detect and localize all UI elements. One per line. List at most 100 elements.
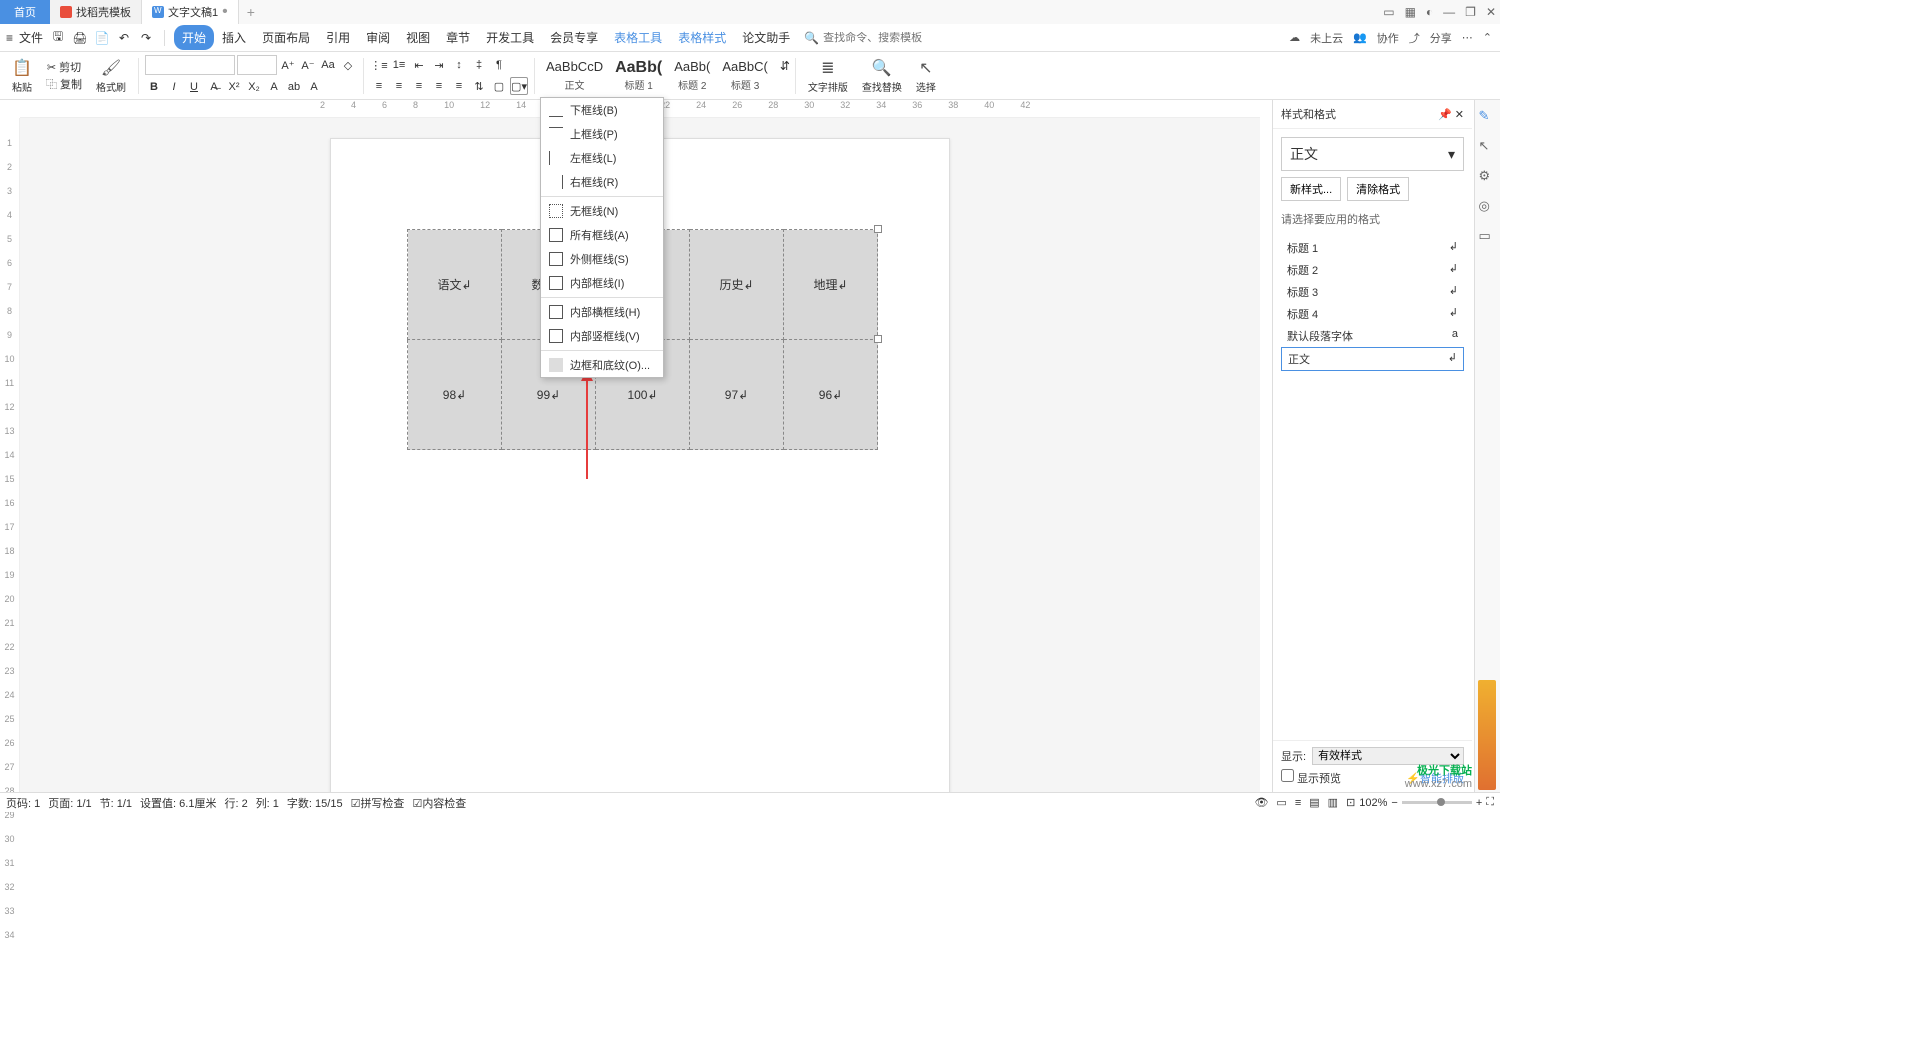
table-handle[interactable] [874,335,882,343]
char-border-icon[interactable]: A [305,78,323,96]
save-icon[interactable]: 🖫 [49,29,67,47]
font-color-icon[interactable]: A [265,78,283,96]
indent-dec-icon[interactable]: ⇤ [410,56,428,74]
table-cell[interactable]: 历史↲ [690,230,784,340]
clear-format-icon[interactable]: ◇ [339,56,357,74]
fullscreen-icon[interactable]: ⛶ [1486,796,1494,809]
view-outline-icon[interactable]: ▤ [1309,796,1319,809]
status-page[interactable]: 页面: 1/1 [48,795,91,811]
menu-tabletool[interactable]: 表格工具 [606,25,670,50]
pin-icon[interactable]: 📌 [1438,109,1452,121]
border-dropdown-button[interactable]: ▢▾ [510,77,528,95]
eye-icon[interactable]: 👁 [1254,796,1268,809]
spell-check[interactable]: ☑拼写检查 [351,795,405,811]
status-setval[interactable]: 设置值: 6.1厘米 [140,795,216,811]
menu-ref[interactable]: 引用 [318,25,358,50]
layout-icon[interactable]: ▭ [1383,5,1394,19]
file-menu[interactable]: 文件 [19,29,43,46]
border-top[interactable]: 上框线(P) [541,122,663,146]
table-cell[interactable]: 地理↲ [784,230,878,340]
subscript-icon[interactable]: X₂ [245,78,263,96]
tab-home[interactable]: 首页 [0,0,50,24]
hamburger-icon[interactable]: ≡ [6,31,13,45]
cut-button[interactable]: ✂剪切 [40,59,88,75]
redo-icon[interactable]: ↷ [137,29,155,47]
select-button[interactable]: ↖选择 [910,58,942,94]
add-tab[interactable]: + [239,0,263,24]
indent-inc-icon[interactable]: ⇥ [430,56,448,74]
justify-icon[interactable]: ≡ [430,77,448,95]
style-item[interactable]: 标题 2↲ [1281,259,1464,281]
bold-icon[interactable]: B [145,78,163,96]
zoom-in-icon[interactable]: + [1476,797,1482,809]
fit-icon[interactable]: ⊡ [1346,796,1355,809]
minimize-icon[interactable]: — [1443,5,1455,19]
premium-badge[interactable] [1478,680,1496,790]
distribute-icon[interactable]: ≡ [450,77,468,95]
menu-insert[interactable]: 插入 [214,25,254,50]
view-page-icon[interactable]: ▭ [1276,796,1286,809]
search-input[interactable] [823,32,943,44]
table-cell[interactable]: 语文↲ [408,230,502,340]
style-item[interactable]: 标题 1↲ [1281,237,1464,259]
superscript-icon[interactable]: X² [225,78,243,96]
style-item-h1[interactable]: AaBb(标题 1 [610,56,667,95]
target-icon[interactable]: ◎ [1479,198,1497,216]
share-icon[interactable]: ⤴ [1409,30,1420,46]
zoom-slider[interactable] [1402,801,1472,804]
highlight-icon[interactable]: ab [285,78,303,96]
table-cell[interactable]: 97↲ [690,340,784,450]
print-icon[interactable]: 🖨 [71,29,89,47]
tab-template[interactable]: 找稻壳模板 [50,0,142,24]
copy-button[interactable]: ⿻复制 [40,76,88,92]
border-shading[interactable]: 边框和底纹(O)... [541,353,663,377]
undo-icon[interactable]: ↶ [115,29,133,47]
tab-document[interactable]: 文字文稿1• [142,0,239,24]
status-words[interactable]: 字数: 15/15 [287,795,343,811]
table-handle[interactable] [874,225,882,233]
style-item[interactable]: 标题 4↲ [1281,303,1464,325]
style-more[interactable]: ⇵ [775,56,789,95]
grow-font-icon[interactable]: A⁺ [279,56,297,74]
style-item[interactable]: 默认段落字体a [1281,325,1464,347]
content-check[interactable]: ☑内容检查 [412,795,466,811]
status-pageno[interactable]: 页码: 1 [6,795,40,811]
border-right[interactable]: 右框线(R) [541,170,663,194]
line-spacing-icon[interactable]: ‡ [470,56,488,74]
grid-icon[interactable]: ▦ [1405,5,1416,19]
underline-icon[interactable]: U [185,78,203,96]
border-left[interactable]: 左框线(L) [541,146,663,170]
maximize-icon[interactable]: ❐ [1465,5,1476,19]
sort-icon[interactable]: ↕ [450,56,468,74]
coop-icon[interactable]: 👥 [1353,31,1367,44]
change-case-icon[interactable]: Aa [319,56,337,74]
menu-section[interactable]: 章节 [438,25,478,50]
preview-icon[interactable]: 📄 [93,29,111,47]
menu-review[interactable]: 审阅 [358,25,398,50]
shading-icon[interactable]: ▢ [490,77,508,95]
font-size[interactable] [237,55,277,75]
clear-format-button[interactable]: 清除格式 [1347,177,1409,201]
format-brush[interactable]: 🖌格式刷 [90,58,132,94]
view-web-icon[interactable]: ≡ [1295,797,1301,809]
table-cell[interactable]: 98↲ [408,340,502,450]
menu-dev[interactable]: 开发工具 [478,25,542,50]
collapse-icon[interactable]: ⌃ [1483,31,1492,44]
border-outer[interactable]: 外侧框线(S) [541,247,663,271]
close-icon[interactable]: ✕ [1486,5,1496,19]
menu-view[interactable]: 视图 [398,25,438,50]
zoom-out-icon[interactable]: − [1391,797,1397,809]
shrink-font-icon[interactable]: A⁻ [299,56,317,74]
menu-start[interactable]: 开始 [174,25,214,50]
number-list-icon[interactable]: 1≡ [390,56,408,74]
settings-icon[interactable]: ⚙ [1479,168,1497,186]
menu-layout[interactable]: 页面布局 [254,25,318,50]
strike-icon[interactable]: A̶ [205,78,223,96]
marks-icon[interactable]: ¶ [490,56,508,74]
current-style[interactable]: 正文▾ [1281,137,1464,171]
find-replace[interactable]: 🔍查找替换 [856,58,908,94]
border-none[interactable]: 无框线(N) [541,199,663,223]
style-item-h2[interactable]: AaBb(标题 2 [669,56,715,95]
style-item-selected[interactable]: 正文↲ [1281,347,1464,371]
more-icon[interactable]: ⋯ [1462,31,1473,44]
